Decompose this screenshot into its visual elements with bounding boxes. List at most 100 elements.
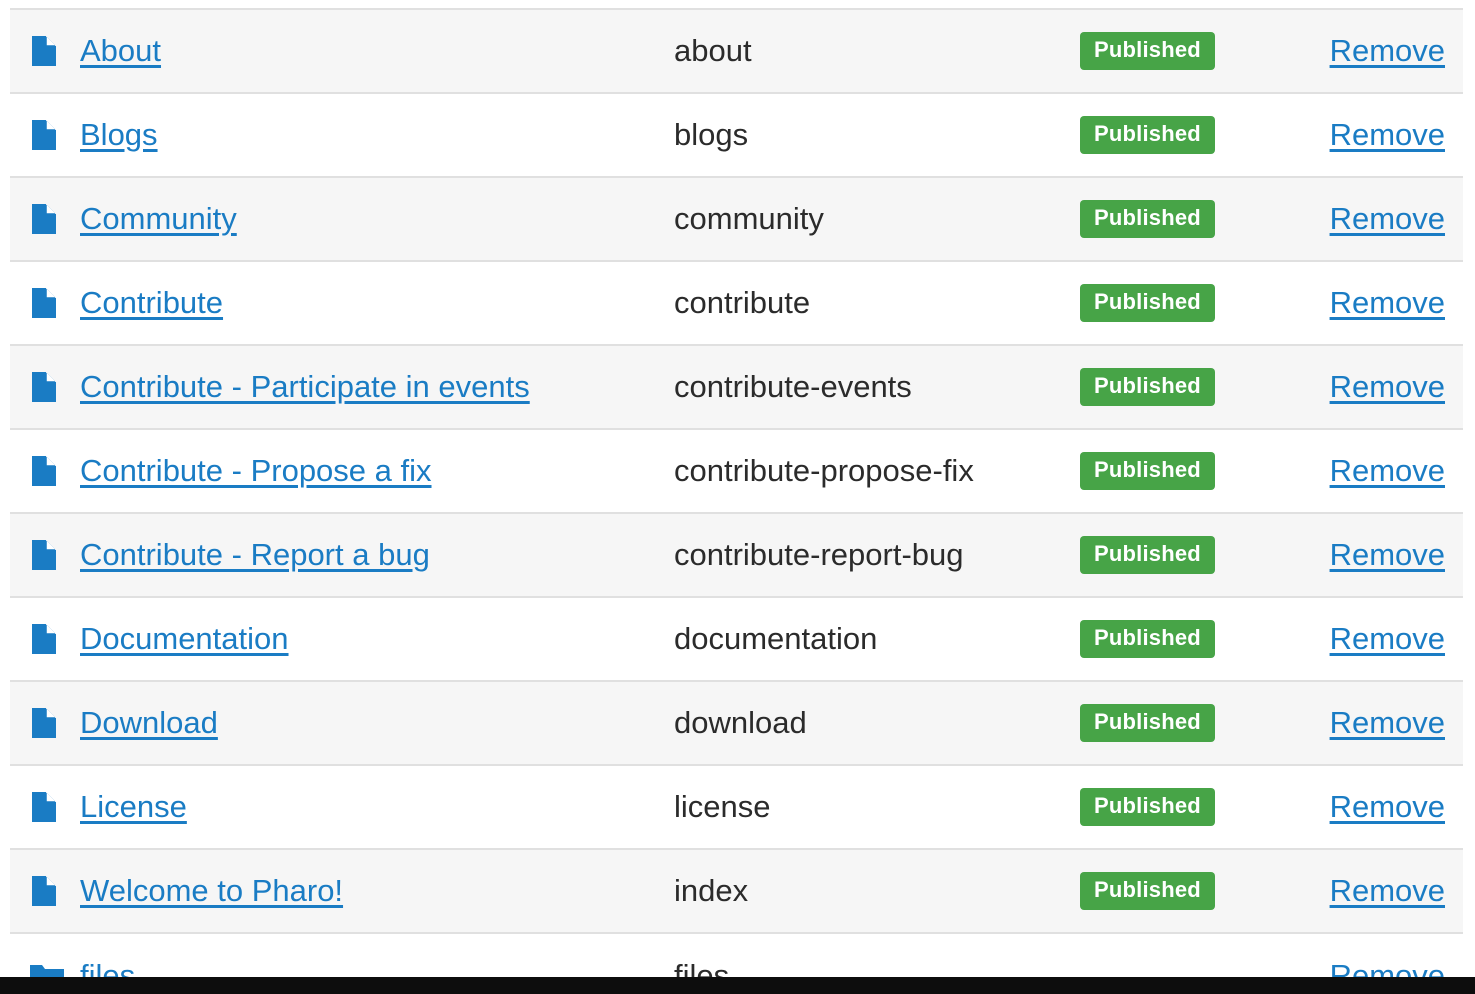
status-cell: Published	[1068, 177, 1302, 261]
status-badge: Published	[1080, 788, 1215, 826]
status-cell: Published	[1068, 597, 1302, 681]
status-cell: Published	[1068, 429, 1302, 513]
slug-cell: documentation	[662, 597, 1068, 681]
file-icon	[30, 120, 58, 150]
title-cell-content: About	[10, 33, 662, 69]
title-cell: Contribute	[10, 261, 662, 345]
remove-link[interactable]: Remove	[1330, 789, 1445, 824]
table-row: Contribute - Report a bug contribute-repo…	[10, 513, 1463, 597]
slug-cell: contribute	[662, 261, 1068, 345]
page-title-link[interactable]: Contribute - Propose a fix	[80, 453, 432, 489]
action-cell: Remove	[1302, 345, 1463, 429]
action-cell: Remove	[1302, 177, 1463, 261]
status-badge: Published	[1080, 620, 1215, 658]
status-badge: Published	[1080, 452, 1215, 490]
status-badge: Published	[1080, 872, 1215, 910]
table-row: Contribute - Propose a fix contribute-pro…	[10, 429, 1463, 513]
action-cell: Remove	[1302, 933, 1463, 978]
remove-link[interactable]: Remove	[1330, 537, 1445, 572]
remove-link[interactable]: Remove	[1330, 958, 1445, 978]
status-badge: Published	[1080, 32, 1215, 70]
status-cell: Published	[1068, 513, 1302, 597]
title-cell-content: Community	[10, 201, 662, 237]
page-slug: documentation	[674, 621, 878, 656]
page-title-link[interactable]: Contribute - Report a bug	[80, 537, 430, 573]
file-icon	[30, 792, 58, 822]
status-cell: Published	[1068, 765, 1302, 849]
remove-link[interactable]: Remove	[1330, 705, 1445, 740]
status-badge: Published	[1080, 284, 1215, 322]
page-title-link[interactable]: Documentation	[80, 621, 289, 657]
page-title-link[interactable]: Blogs	[80, 117, 158, 153]
page-slug: contribute-report-bug	[674, 537, 964, 572]
remove-link[interactable]: Remove	[1330, 369, 1445, 404]
page-slug: contribute-events	[674, 369, 912, 404]
title-cell: Contribute - Participate in events	[10, 345, 662, 429]
table-row: Blogs blogs Published Remove	[10, 93, 1463, 177]
title-cell-content: Blogs	[10, 117, 662, 153]
table-row: Download download Published Remove	[10, 681, 1463, 765]
status-cell: Published	[1068, 93, 1302, 177]
table-row: License license Published Remove	[10, 765, 1463, 849]
slug-cell: community	[662, 177, 1068, 261]
status-cell: Published	[1068, 345, 1302, 429]
action-cell: Remove	[1302, 513, 1463, 597]
slug-cell: contribute-events	[662, 345, 1068, 429]
action-cell: Remove	[1302, 261, 1463, 345]
page-title-link[interactable]: files	[80, 958, 135, 978]
page-slug: blogs	[674, 117, 749, 152]
status-badge: Published	[1080, 200, 1215, 238]
table-row: Welcome to Pharo! index Published Remove	[10, 849, 1463, 933]
action-cell: Remove	[1302, 765, 1463, 849]
title-cell-content: Contribute - Participate in events	[10, 369, 662, 405]
pages-table-body: About about Published Remove Blogs blogs Publi…	[10, 9, 1463, 977]
slug-cell: download	[662, 681, 1068, 765]
title-cell: Documentation	[10, 597, 662, 681]
page-title-link[interactable]: Download	[80, 705, 218, 741]
page-title-link[interactable]: License	[80, 789, 187, 825]
title-cell: Welcome to Pharo!	[10, 849, 662, 933]
action-cell: Remove	[1302, 681, 1463, 765]
title-cell: License	[10, 765, 662, 849]
remove-link[interactable]: Remove	[1330, 621, 1445, 656]
remove-link[interactable]: Remove	[1330, 453, 1445, 488]
page-slug: download	[674, 705, 807, 740]
action-cell: Remove	[1302, 849, 1463, 933]
title-cell: Community	[10, 177, 662, 261]
action-cell: Remove	[1302, 9, 1463, 93]
page-title-link[interactable]: About	[80, 33, 161, 69]
page-title-link[interactable]: Contribute	[80, 285, 223, 321]
title-cell: About	[10, 9, 662, 93]
status-cell: Published	[1068, 849, 1302, 933]
title-cell-content: Download	[10, 705, 662, 741]
remove-link[interactable]: Remove	[1330, 285, 1445, 320]
title-cell: Contribute - Report a bug	[10, 513, 662, 597]
slug-cell: contribute-report-bug	[662, 513, 1068, 597]
file-icon	[30, 708, 58, 738]
page-slug: contribute-propose-fix	[674, 453, 974, 488]
remove-link[interactable]: Remove	[1330, 201, 1445, 236]
table-row: About about Published Remove	[10, 9, 1463, 93]
remove-link[interactable]: Remove	[1330, 873, 1445, 908]
status-badge: Published	[1080, 116, 1215, 154]
title-cell-content: files	[10, 958, 662, 978]
file-icon	[30, 372, 58, 402]
page-slug: index	[674, 873, 749, 908]
title-cell: Download	[10, 681, 662, 765]
page-slug: about	[674, 33, 752, 68]
slug-cell: blogs	[662, 93, 1068, 177]
page-slug: contribute	[674, 285, 811, 320]
remove-link[interactable]: Remove	[1330, 117, 1445, 152]
title-cell-content: Welcome to Pharo!	[10, 873, 662, 909]
action-cell: Remove	[1302, 429, 1463, 513]
slug-cell: about	[662, 9, 1068, 93]
remove-link[interactable]: Remove	[1330, 33, 1445, 68]
page-title-link[interactable]: Welcome to Pharo!	[80, 873, 343, 909]
action-cell: Remove	[1302, 93, 1463, 177]
table-row: Documentation documentation Published Remov…	[10, 597, 1463, 681]
file-icon	[30, 204, 58, 234]
page-title-link[interactable]: Community	[80, 201, 237, 237]
table-row: Contribute contribute Published Remove	[10, 261, 1463, 345]
page-slug: files	[674, 957, 730, 978]
page-title-link[interactable]: Contribute - Participate in events	[80, 369, 530, 405]
